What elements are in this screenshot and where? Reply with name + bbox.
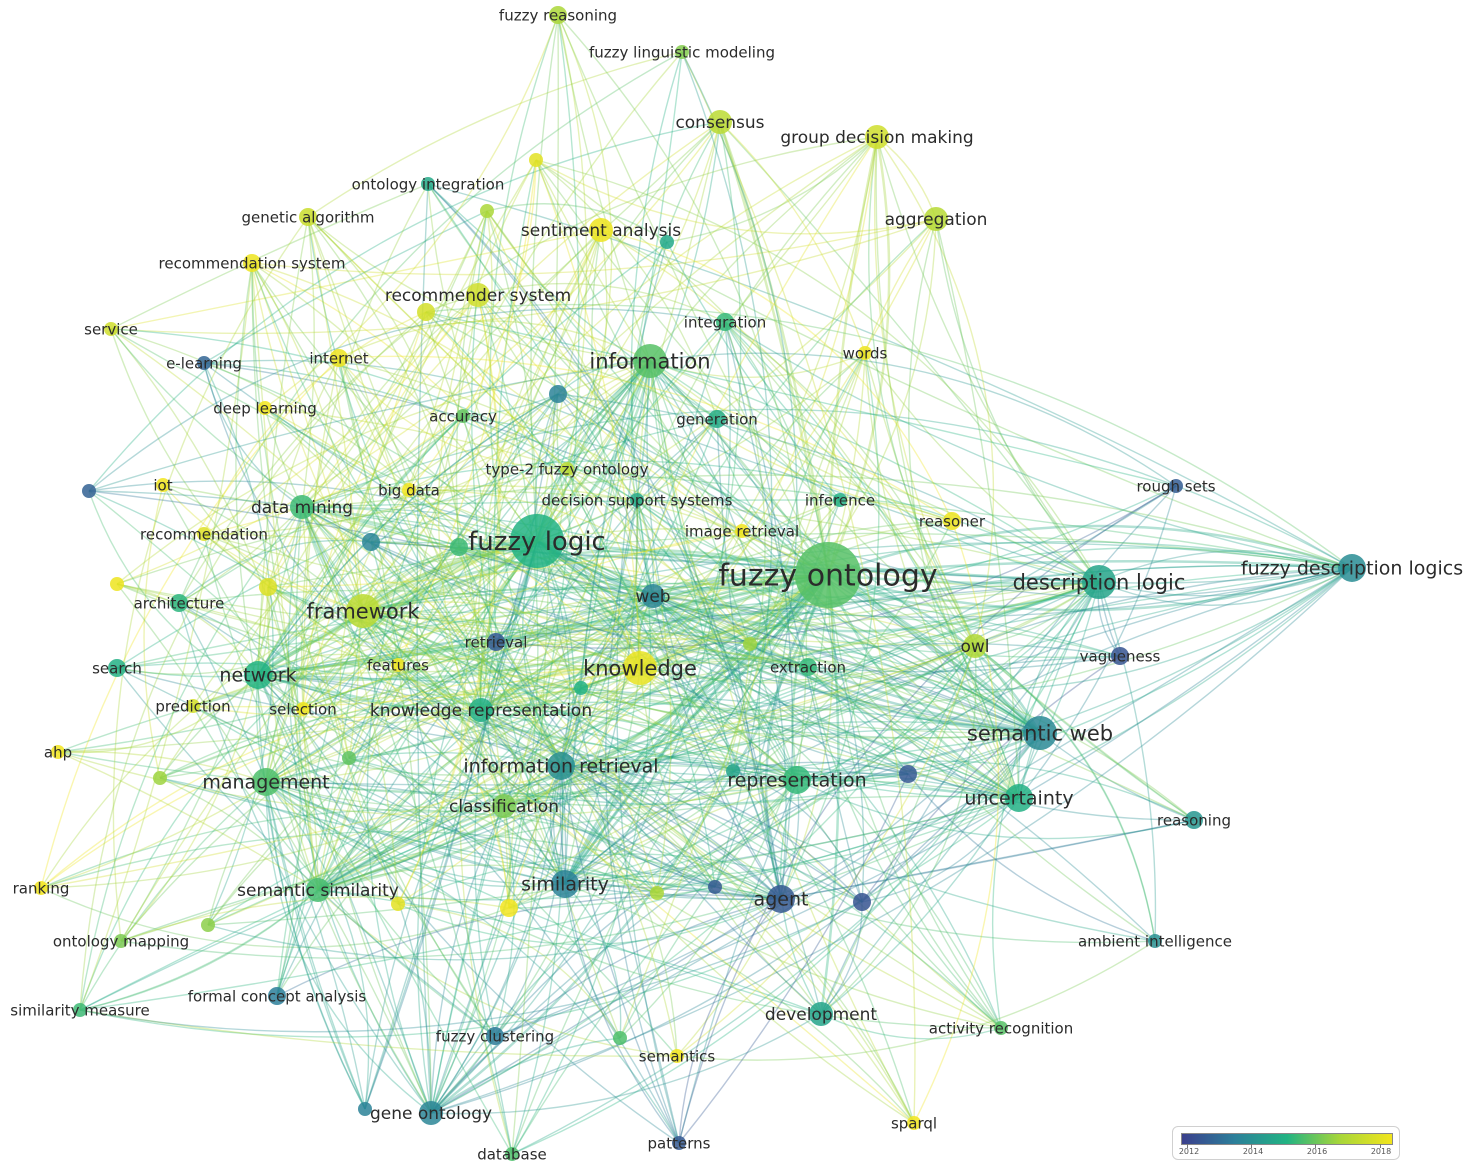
keyword-label[interactable]: service — [84, 320, 138, 338]
keyword-node[interactable] — [259, 578, 277, 596]
keyword-label[interactable]: selection — [269, 700, 336, 718]
keyword-label[interactable]: web — [635, 587, 670, 607]
keyword-label[interactable]: recommender system — [385, 286, 571, 306]
keyword-label[interactable]: knowledge — [583, 656, 697, 680]
keyword-label[interactable]: gene ontology — [370, 1104, 492, 1124]
keyword-label[interactable]: semantic web — [967, 721, 1113, 745]
keyword-label[interactable]: vagueness — [1080, 647, 1161, 665]
keyword-label[interactable]: sparql — [891, 1114, 937, 1132]
keyword-network: fuzzy ontology fuzzy logic information know… — [10, 6, 1463, 1163]
keyword-label[interactable]: owl — [960, 637, 989, 657]
keyword-label[interactable]: ontology integration — [352, 175, 505, 193]
keyword-label[interactable]: ambient intelligence — [1078, 932, 1232, 950]
keyword-label[interactable]: image retrieval — [685, 522, 799, 540]
keyword-label[interactable]: fuzzy logic — [468, 527, 606, 557]
keyword-node[interactable] — [362, 533, 380, 551]
keyword-node[interactable] — [650, 886, 664, 900]
keyword-label[interactable]: retrieval — [465, 633, 528, 651]
keyword-node[interactable] — [153, 771, 167, 785]
keyword-label[interactable]: search — [92, 659, 142, 677]
keyword-node[interactable] — [342, 751, 356, 765]
keyword-label[interactable]: deep learning — [213, 399, 316, 417]
legend-tick-label: 2014 — [1242, 1147, 1264, 1156]
keyword-label[interactable]: recommendation — [140, 525, 268, 543]
keyword-label[interactable]: formal concept analysis — [188, 987, 367, 1005]
keyword-label[interactable]: development — [765, 1005, 877, 1025]
keyword-label[interactable]: accuracy — [429, 407, 497, 425]
keyword-label[interactable]: features — [367, 656, 429, 674]
keyword-node[interactable] — [110, 577, 124, 591]
keyword-label[interactable]: generation — [676, 410, 758, 428]
keyword-label[interactable]: network — [219, 665, 296, 687]
keyword-label[interactable]: rough sets — [1136, 477, 1215, 495]
keyword-label[interactable]: fuzzy reasoning — [499, 6, 617, 24]
keyword-node[interactable] — [899, 765, 917, 783]
keyword-label[interactable]: fuzzy ontology — [718, 559, 937, 594]
keyword-node[interactable] — [853, 893, 871, 911]
keyword-label[interactable]: iot — [153, 476, 172, 494]
keyword-label[interactable]: big data — [378, 481, 440, 499]
keyword-label[interactable]: genetic algorithm — [242, 208, 375, 226]
keyword-label[interactable]: integration — [684, 313, 766, 331]
keyword-label[interactable]: group decision making — [780, 128, 973, 148]
keyword-node[interactable] — [708, 880, 722, 894]
keyword-label[interactable]: e-learning — [166, 354, 242, 372]
keyword-label[interactable]: database — [477, 1145, 547, 1163]
keyword-label[interactable]: type-2 fuzzy ontology — [486, 460, 649, 478]
keyword-label[interactable]: ontology mapping — [53, 932, 189, 950]
legend-tick-label: 2018 — [1370, 1147, 1392, 1156]
keyword-node[interactable] — [450, 538, 468, 556]
keyword-label[interactable]: words — [843, 344, 888, 362]
keyword-label[interactable]: extraction — [770, 658, 846, 676]
keyword-label[interactable]: activity recognition — [929, 1019, 1073, 1037]
keyword-label[interactable]: fuzzy clustering — [436, 1027, 554, 1045]
keyword-node[interactable] — [500, 899, 518, 917]
legend-tick-label: 2012 — [1178, 1147, 1200, 1156]
keyword-label[interactable]: similarity measure — [10, 1001, 149, 1019]
keyword-label[interactable]: architecture — [134, 594, 225, 612]
keyword-label[interactable]: framework — [306, 599, 420, 623]
keyword-node[interactable] — [613, 1031, 627, 1045]
keyword-label[interactable]: inference — [805, 491, 875, 509]
keyword-label[interactable]: ahp — [44, 743, 72, 761]
keyword-node[interactable] — [574, 681, 588, 695]
legend-tick-label: 2016 — [1306, 1147, 1328, 1156]
year-color-legend: 2012 2014 2016 2018 — [1172, 1126, 1400, 1160]
keyword-label[interactable]: management — [202, 772, 329, 794]
keyword-label[interactable]: knowledge representation — [370, 701, 592, 721]
keyword-label[interactable]: consensus — [675, 113, 764, 133]
keyword-label[interactable]: fuzzy linguistic modeling — [589, 43, 775, 61]
keyword-label[interactable]: patterns — [648, 1134, 711, 1152]
keyword-label[interactable]: uncertainty — [964, 788, 1073, 810]
keyword-label[interactable]: ranking — [13, 879, 70, 897]
keyword-label[interactable]: reasoning — [1157, 811, 1231, 829]
keyword-label[interactable]: data mining — [251, 498, 353, 518]
keyword-label[interactable]: internet — [309, 349, 368, 367]
keyword-label[interactable]: sentiment analysis — [521, 221, 681, 241]
keyword-label[interactable]: representation — [727, 770, 866, 792]
keyword-node[interactable] — [480, 204, 494, 218]
keyword-label[interactable]: classification — [449, 797, 559, 817]
keyword-node[interactable] — [549, 385, 567, 403]
keyword-label[interactable]: information — [589, 349, 710, 373]
keyword-label[interactable]: reasoner — [919, 512, 986, 530]
keyword-node[interactable] — [743, 637, 757, 651]
keyword-label[interactable]: agent — [754, 889, 809, 911]
legend-gradient-bar — [1181, 1133, 1393, 1145]
keyword-label[interactable]: information retrieval — [463, 756, 658, 778]
keyword-node[interactable] — [201, 918, 215, 932]
keyword-label[interactable]: decision support systems — [541, 491, 732, 509]
keyword-label[interactable]: prediction — [155, 697, 230, 715]
keyword-node[interactable] — [529, 153, 543, 167]
keyword-label[interactable]: aggregation — [885, 210, 988, 230]
keyword-label[interactable]: similarity — [521, 874, 609, 896]
keyword-label[interactable]: fuzzy description logics — [1241, 558, 1463, 580]
keyword-node[interactable] — [82, 484, 96, 498]
keyword-label[interactable]: semantics — [639, 1047, 716, 1065]
keyword-label[interactable]: description logic — [1013, 570, 1186, 594]
keyword-label[interactable]: recommendation system — [159, 254, 346, 272]
keyword-label[interactable]: semantic similarity — [237, 881, 399, 901]
